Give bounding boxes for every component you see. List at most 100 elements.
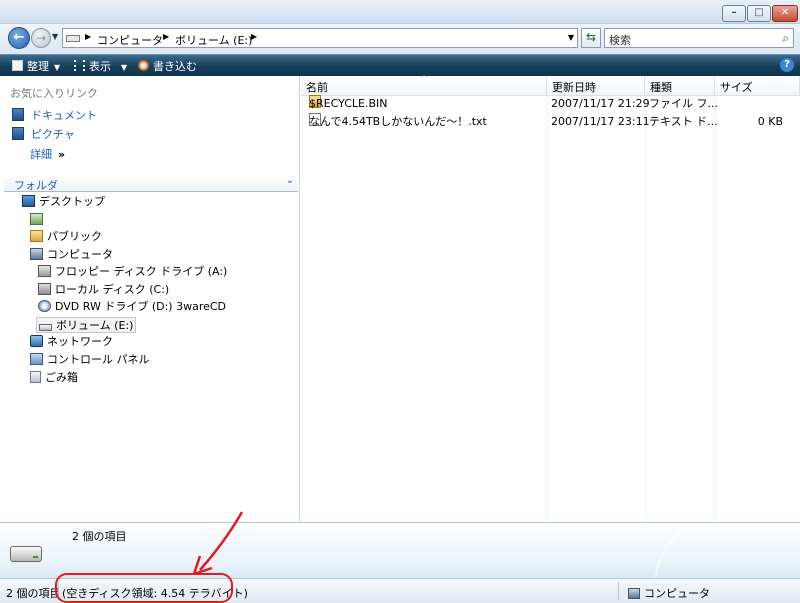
status-item-count: 2 個の項目 <box>6 587 61 600</box>
item-count: 2 個の項目 <box>72 530 127 543</box>
favorites-heading: お気に入りリンク <box>10 87 98 100</box>
favorite-link-label: ドキュメント <box>31 109 97 122</box>
arrow-left-icon: ← <box>13 30 25 45</box>
details-pane: 2 個の項目 <box>0 522 800 578</box>
file-type: テキスト ド... <box>649 115 718 128</box>
title-bar: – □ ✕ <box>0 0 800 24</box>
column-divider <box>645 96 646 522</box>
recent-pages-dropdown[interactable]: ▼ <box>52 32 58 41</box>
search-input[interactable]: 検索 ⌕ <box>604 28 794 48</box>
sort-ascending-icon: ^ <box>421 73 428 82</box>
maximize-icon: □ <box>754 7 764 18</box>
pictures-icon <box>12 127 24 140</box>
column-divider <box>715 96 716 522</box>
help-button[interactable]: ? <box>780 58 794 72</box>
views-icon <box>74 60 85 71</box>
tree-item-floppy[interactable]: フロッピー ディスク ドライブ (A:) <box>38 264 227 280</box>
column-header-date[interactable]: 更新日時 <box>547 76 645 96</box>
command-toolbar: 整理 ▼ 表示 ▼ 書き込む ? <box>0 54 800 76</box>
status-location: コンピュータ <box>628 585 710 601</box>
column-header-type[interactable]: 種類 <box>645 76 715 96</box>
recycle-bin-icon <box>30 371 41 383</box>
desktop-icon <box>22 195 35 207</box>
user-icon <box>30 213 43 225</box>
status-location-label: コンピュータ <box>644 587 710 600</box>
address-bar[interactable]: ▶ コンピュータ ▶ ボリューム (E:) ▶ ▼ <box>62 28 578 48</box>
chevron-down-icon: ▼ <box>121 63 128 72</box>
minimize-button[interactable]: – <box>722 5 746 22</box>
close-icon: ✕ <box>780 7 790 18</box>
favorite-link-label: ピクチャ <box>31 128 75 141</box>
views-label: 表示 <box>89 60 111 73</box>
decorative-swoosh <box>636 523 800 578</box>
local-disk-icon <box>38 283 51 295</box>
dvd-icon <box>38 300 51 312</box>
tree-label: コンピュータ <box>47 248 113 261</box>
chevron-down-icon[interactable]: ▼ <box>568 33 574 42</box>
organize-button[interactable]: 整理 ▼ <box>12 58 60 74</box>
column-label: 名前 <box>306 81 328 94</box>
chevron-right-icon[interactable]: ▶ <box>251 32 257 41</box>
column-label: 更新日時 <box>552 81 596 94</box>
more-label: 詳細 <box>30 148 52 161</box>
column-header-size[interactable]: サイズ <box>715 76 800 96</box>
organize-label: 整理 <box>27 60 49 73</box>
forward-button[interactable]: → <box>31 28 51 48</box>
file-type: ファイル フ... <box>649 97 718 110</box>
tree-item-network[interactable]: ネットワーク <box>30 334 113 350</box>
chevron-down-icon: ⌄ <box>285 175 294 186</box>
tree-item-volume-e[interactable]: ボリューム (E:) <box>36 317 137 333</box>
column-header-name[interactable]: 名前 ^ <box>301 73 547 96</box>
tree-item-user[interactable] <box>30 212 47 228</box>
chevron-down-icon: ▼ <box>54 63 61 72</box>
floppy-icon <box>38 265 51 277</box>
burn-button[interactable]: 書き込む <box>138 58 197 74</box>
tree-item-recycle-bin[interactable]: ごみ箱 <box>30 370 78 386</box>
favorite-link-pictures[interactable]: ピクチャ <box>12 126 75 142</box>
file-name: $RECYCLE.BIN <box>309 97 388 110</box>
computer-icon <box>628 588 640 599</box>
file-date: 2007/11/17 23:11 <box>551 115 650 128</box>
double-chevron-right-icon: ›› <box>58 148 65 161</box>
file-row[interactable]: なんで4.54TBしかないんだ～！.txt 2007/11/17 23:11 テ… <box>301 113 800 131</box>
drive-icon <box>39 324 52 331</box>
tree-item-dvd[interactable]: DVD RW ドライブ (D:) 3wareCD <box>38 299 226 315</box>
drive-icon <box>66 35 80 42</box>
folders-header[interactable]: フォルダ ⌄ <box>4 174 298 192</box>
network-icon <box>30 335 43 347</box>
file-row[interactable]: $RECYCLE.BIN 2007/11/17 21:29 ファイル フ... <box>301 95 800 113</box>
control-panel-icon <box>30 353 43 365</box>
refresh-button[interactable]: ⇆ <box>581 28 601 48</box>
tree-label: DVD RW ドライブ (D:) 3wareCD <box>55 300 227 313</box>
file-size: 0 KB <box>757 115 783 128</box>
tree-item-local-disk[interactable]: ローカル ディスク (C:) <box>38 282 169 298</box>
views-button[interactable]: 表示 ▼ <box>74 58 127 74</box>
breadcrumb-volume[interactable]: ボリューム (E:) <box>175 32 252 48</box>
breadcrumb-computer[interactable]: コンピュータ <box>97 32 163 48</box>
tree-item-computer[interactable]: コンピュータ <box>30 247 113 263</box>
file-list: 名前 ^ 更新日時 種類 サイズ $RECYCLE.BIN 2007/11/17… <box>301 73 800 522</box>
tree-item-control-panel[interactable]: コントロール パネル <box>30 352 150 368</box>
chevron-right-icon[interactable]: ▶ <box>85 32 91 41</box>
drive-icon <box>10 546 42 562</box>
folder-icon <box>30 230 43 242</box>
navigation-pane: お気に入りリンク ドキュメント ピクチャ 詳細 ›› フォルダ ⌄ デスクトップ … <box>0 76 300 522</box>
file-date: 2007/11/17 21:29 <box>551 97 650 110</box>
documents-icon <box>12 108 24 121</box>
disc-icon <box>138 60 149 71</box>
column-divider <box>547 96 548 522</box>
close-button[interactable]: ✕ <box>772 5 798 22</box>
chevron-right-icon[interactable]: ▶ <box>163 32 169 41</box>
arrow-right-icon: → <box>35 31 47 45</box>
tree-item-desktop[interactable]: デスクトップ <box>22 194 105 210</box>
maximize-button[interactable]: □ <box>747 5 771 22</box>
address-row: ← → ▼ ▶ コンピュータ ▶ ボリューム (E:) ▶ ▼ ⇆ 検索 ⌕ <box>0 24 800 54</box>
burn-label: 書き込む <box>153 60 197 73</box>
more-links-button[interactable]: 詳細 ›› <box>30 146 65 162</box>
column-label: サイズ <box>720 81 753 94</box>
back-button[interactable]: ← <box>8 27 30 49</box>
tree-label: フロッピー ディスク ドライブ (A:) <box>55 265 228 278</box>
tree-item-public[interactable]: パブリック <box>30 229 102 245</box>
favorite-link-documents[interactable]: ドキュメント <box>12 107 97 123</box>
search-icon[interactable]: ⌕ <box>782 31 789 46</box>
